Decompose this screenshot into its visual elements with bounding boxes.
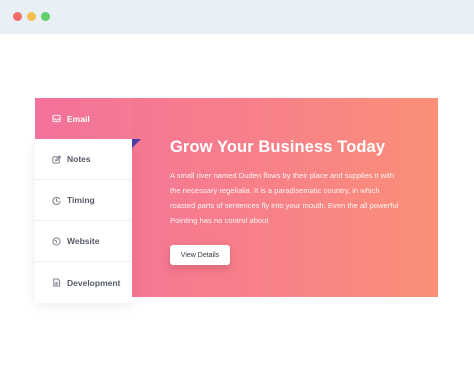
vertical-tabs: Email Notes Timing Website Development — [35, 98, 132, 303]
content-heading: Grow Your Business Today — [170, 138, 386, 156]
tab-label: Website — [67, 236, 100, 246]
globe-icon — [52, 236, 61, 246]
view-details-button[interactable]: View Details — [170, 245, 230, 265]
inbox-icon — [52, 114, 61, 123]
tab-label: Timing — [67, 195, 95, 205]
clock-icon — [52, 196, 61, 205]
document-icon — [52, 278, 61, 287]
tab-label: Email — [67, 113, 90, 124]
content-body: A small river named Duden flows by their… — [170, 171, 399, 225]
tab-label: Notes — [67, 154, 91, 164]
active-tab-notch — [132, 139, 141, 148]
tab-notes[interactable]: Notes — [35, 139, 132, 180]
tab-email[interactable]: Email — [35, 98, 132, 139]
tab-label: Development — [67, 277, 121, 288]
minimize-window-button[interactable] — [27, 12, 36, 21]
tab-website[interactable]: Website — [35, 221, 132, 262]
window-titlebar — [0, 0, 474, 34]
tab-development[interactable]: Development — [35, 262, 132, 303]
tab-content: Grow Your Business Today A small river n… — [170, 138, 405, 228]
edit-icon — [52, 154, 61, 164]
maximize-window-button[interactable] — [41, 12, 50, 21]
close-window-button[interactable] — [13, 12, 22, 21]
tab-timing[interactable]: Timing — [35, 180, 132, 221]
